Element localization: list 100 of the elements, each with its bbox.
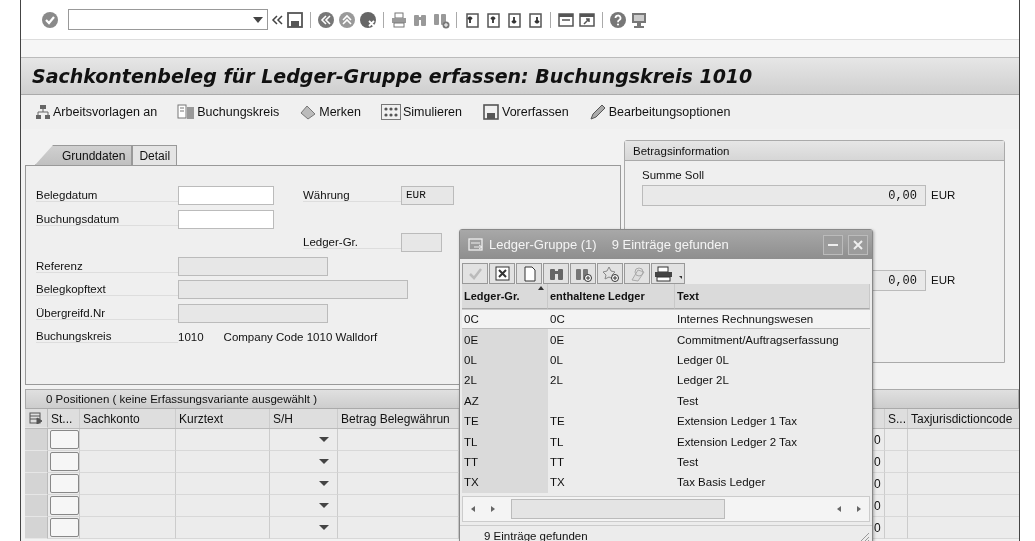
- column-header[interactable]: Betrag Belegwährun: [338, 409, 459, 428]
- column-header[interactable]: enthaltene Ledger: [548, 284, 675, 309]
- column-header[interactable]: Ledger-Gr.: [462, 284, 548, 309]
- shortcut-icon[interactable]: [578, 10, 596, 29]
- table-cell[interactable]: 0: [873, 451, 885, 473]
- last-page-icon[interactable]: [526, 10, 544, 29]
- table-cell[interactable]: [338, 473, 459, 495]
- cancel-button[interactable]: [489, 263, 515, 284]
- table-cell[interactable]: [80, 495, 176, 517]
- list-cell[interactable]: 0E: [462, 329, 548, 350]
- help-button[interactable]: [624, 263, 650, 284]
- horizontal-scrollbar[interactable]: [462, 495, 870, 522]
- list-cell[interactable]: Ledger 0L: [675, 349, 870, 371]
- table-cell[interactable]: [338, 451, 459, 473]
- status-button[interactable]: [50, 518, 79, 537]
- table-cell[interactable]: [338, 495, 459, 517]
- list-cell[interactable]: TL: [462, 431, 548, 452]
- input-field[interactable]: [178, 186, 274, 206]
- table-cell[interactable]: [176, 473, 270, 495]
- debit-credit-dropdown[interactable]: [270, 473, 338, 495]
- table-cell[interactable]: [80, 451, 176, 473]
- table-cell[interactable]: [908, 429, 1019, 451]
- table-cell[interactable]: 0: [873, 517, 885, 539]
- list-cell[interactable]: TT: [548, 451, 675, 473]
- column-header[interactable]: S/H: [270, 409, 338, 428]
- toolbar-button[interactable]: Vorerfassen: [478, 102, 573, 122]
- check-button[interactable]: [462, 263, 488, 284]
- next-page-icon[interactable]: [505, 10, 523, 29]
- list-cell[interactable]: Extension Ledger 1 Tax: [675, 410, 870, 432]
- status-button[interactable]: [50, 474, 79, 493]
- row-selector[interactable]: [25, 517, 48, 539]
- table-cell[interactable]: [885, 429, 908, 451]
- row-selector[interactable]: [25, 495, 48, 517]
- previous-page-icon[interactable]: [484, 10, 502, 29]
- row-selector[interactable]: [25, 473, 48, 495]
- row-selector[interactable]: [25, 451, 48, 473]
- table-cell[interactable]: [80, 517, 176, 539]
- list-cell[interactable]: 0C: [548, 309, 675, 330]
- column-header[interactable]: Text: [675, 284, 870, 309]
- table-cell[interactable]: [338, 517, 459, 539]
- toolbar-button[interactable]: Bearbeitungsoptionen: [584, 102, 735, 122]
- list-cell[interactable]: Ledger 2L: [675, 370, 870, 391]
- new-window-icon[interactable]: [557, 10, 575, 29]
- input-field[interactable]: [178, 209, 274, 229]
- close-button[interactable]: [848, 234, 868, 255]
- status-button[interactable]: [50, 430, 79, 449]
- table-cell[interactable]: 0: [873, 473, 885, 495]
- star-plus-button[interactable]: [597, 263, 623, 284]
- list-cell[interactable]: TE: [548, 410, 675, 432]
- print-button[interactable]: [651, 263, 685, 284]
- list-cell[interactable]: Commitment/Auftragserfassung: [675, 329, 870, 350]
- column-header[interactable]: Kurztext: [176, 409, 270, 428]
- table-settings-icon[interactable]: [29, 412, 43, 424]
- status-button[interactable]: [50, 496, 79, 515]
- resize-grip-icon[interactable]: [858, 530, 870, 541]
- table-cell[interactable]: [908, 517, 1019, 539]
- row-selector[interactable]: [25, 429, 48, 451]
- back-icon[interactable]: [317, 10, 335, 29]
- list-cell[interactable]: 0L: [462, 349, 548, 371]
- list-cell[interactable]: Tax Basis Ledger: [675, 472, 870, 493]
- list-cell[interactable]: TT: [462, 451, 548, 473]
- tab[interactable]: Detail: [132, 145, 178, 165]
- table-cell[interactable]: [176, 495, 270, 517]
- monitor-icon[interactable]: [630, 10, 648, 29]
- exit-icon[interactable]: [338, 10, 356, 29]
- first-page-icon[interactable]: [463, 10, 481, 29]
- toolbar-button[interactable]: Arbeitsvorlagen an: [31, 102, 162, 122]
- minimize-button[interactable]: [823, 234, 843, 255]
- table-cell[interactable]: [176, 429, 270, 451]
- toolbar-button[interactable]: Buchungskreis: [173, 102, 284, 122]
- column-header[interactable]: S...: [885, 409, 908, 428]
- list-cell[interactable]: 2L: [462, 370, 548, 391]
- binoculars-button[interactable]: [543, 263, 569, 284]
- save-icon[interactable]: [286, 10, 304, 29]
- list-cell[interactable]: Test: [675, 390, 870, 411]
- table-cell[interactable]: [885, 473, 908, 495]
- tab[interactable]: Grunddaten: [35, 145, 133, 165]
- table-cell[interactable]: [80, 429, 176, 451]
- table-cell[interactable]: [338, 429, 459, 451]
- check-icon[interactable]: [41, 10, 59, 29]
- table-cell[interactable]: [885, 495, 908, 517]
- table-cell[interactable]: [908, 473, 1019, 495]
- list-cell[interactable]: TL: [548, 431, 675, 452]
- list-cell[interactable]: 0C: [462, 309, 548, 330]
- list-cell[interactable]: Internes Rechnungswesen: [675, 309, 870, 330]
- list-cell[interactable]: AZ: [462, 390, 548, 411]
- debit-credit-dropdown[interactable]: [270, 451, 338, 473]
- status-button[interactable]: [50, 452, 79, 471]
- table-cell[interactable]: [885, 451, 908, 473]
- table-cell[interactable]: [80, 473, 176, 495]
- table-cell[interactable]: [908, 451, 1019, 473]
- list-cell[interactable]: 0E: [548, 329, 675, 350]
- table-cell[interactable]: [176, 517, 270, 539]
- list-cell[interactable]: TX: [548, 472, 675, 493]
- list-cell[interactable]: Extension Ledger 2 Tax: [675, 431, 870, 452]
- debit-credit-dropdown[interactable]: [270, 517, 338, 539]
- table-cell[interactable]: [885, 517, 908, 539]
- table-cell[interactable]: [176, 451, 270, 473]
- list-cell[interactable]: TE: [462, 410, 548, 432]
- debit-credit-dropdown[interactable]: [270, 429, 338, 451]
